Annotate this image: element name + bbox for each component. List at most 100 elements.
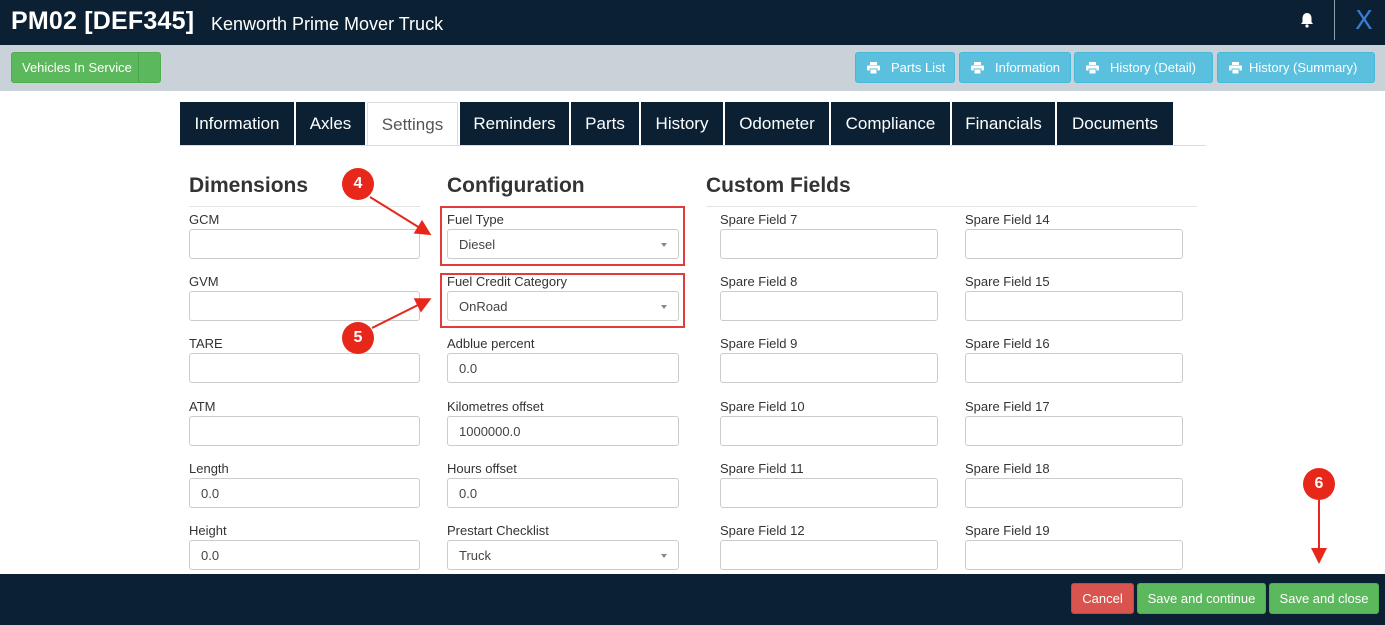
atm-label: ATM xyxy=(189,399,216,414)
spare-field-19-label: Spare Field 19 xyxy=(965,523,1050,538)
tab-label: Axles xyxy=(309,114,352,133)
tab-history[interactable]: History xyxy=(641,102,723,145)
spare-field-14-label: Spare Field 14 xyxy=(965,212,1050,227)
configuration-heading: Configuration xyxy=(447,174,585,197)
vehicle-code: PM02 [DEF345] xyxy=(11,7,195,35)
tab-label: Odometer xyxy=(739,114,815,133)
atm-field[interactable] xyxy=(189,416,420,446)
height-field[interactable]: 0.0 xyxy=(189,540,420,570)
tab-underline xyxy=(180,145,1206,146)
spare-field-7-input[interactable] xyxy=(720,229,938,259)
footer-bar: Cancel Save and continue Save and close xyxy=(0,574,1385,625)
information-print-button[interactable]: Information xyxy=(959,52,1071,83)
history-summary-label: History (Summary) xyxy=(1249,60,1358,75)
hours-offset-field[interactable]: 0.0 xyxy=(447,478,679,508)
spare-field-9-label: Spare Field 9 xyxy=(720,336,798,351)
prestart-checklist-label: Prestart Checklist xyxy=(447,523,549,538)
vehicle-description: Kenworth Prime Mover Truck xyxy=(211,14,444,34)
history-detail-label: History (Detail) xyxy=(1110,60,1196,75)
spare-field-7-label: Spare Field 7 xyxy=(720,212,798,227)
tab-parts[interactable]: Parts xyxy=(571,102,639,145)
parts-list-label: Parts List xyxy=(891,60,946,75)
bell-icon[interactable] xyxy=(1298,11,1316,29)
tab-label: Reminders xyxy=(473,114,556,133)
tab-axles[interactable]: Axles xyxy=(296,102,365,145)
tab-label: Documents xyxy=(1072,114,1158,133)
history-summary-print-button[interactable]: History (Summary) xyxy=(1217,52,1375,83)
spare-field-17-label: Spare Field 17 xyxy=(965,399,1050,414)
tare-label: TARE xyxy=(189,336,223,351)
printer-icon xyxy=(1086,62,1099,74)
printer-icon xyxy=(971,62,984,74)
length-field[interactable]: 0.0 xyxy=(189,478,420,508)
vehicles-in-service-button[interactable]: Vehicles In Service xyxy=(11,52,161,83)
tab-financials[interactable]: Financials xyxy=(952,102,1055,145)
save-and-continue-button[interactable]: Save and continue xyxy=(1137,583,1266,614)
tab-odometer[interactable]: Odometer xyxy=(725,102,829,145)
spare-field-16-label: Spare Field 16 xyxy=(965,336,1050,351)
close-icon[interactable]: X xyxy=(1355,6,1373,36)
spare-field-18-input[interactable] xyxy=(965,478,1183,508)
spare-field-12-input[interactable] xyxy=(720,540,938,570)
dimensions-heading: Dimensions xyxy=(189,174,309,197)
information-print-label: Information xyxy=(995,60,1061,75)
annotation-badge-6: 6 xyxy=(1303,468,1335,500)
spare-field-10-input[interactable] xyxy=(720,416,938,446)
adblue-percent-label: Adblue percent xyxy=(447,336,535,351)
arrow-to-fuel-type xyxy=(369,196,432,236)
spare-field-15-label: Spare Field 15 xyxy=(965,274,1050,289)
spare-field-12-label: Spare Field 12 xyxy=(720,523,805,538)
title-bar: PM02 [DEF345] Kenworth Prime Mover Truck… xyxy=(0,0,1385,45)
spare-field-14-input[interactable] xyxy=(965,229,1183,259)
annotation-badge-4: 4 xyxy=(342,168,374,200)
save-and-close-label: Save and close xyxy=(1279,591,1369,606)
gvm-field[interactable] xyxy=(189,291,420,321)
spare-field-11-label: Spare Field 11 xyxy=(720,461,804,476)
prestart-checklist-value: Truck xyxy=(459,548,492,563)
tab-reminders[interactable]: Reminders xyxy=(460,102,569,145)
length-label: Length xyxy=(189,461,229,476)
tab-information[interactable]: Information xyxy=(180,102,294,145)
gcm-field[interactable] xyxy=(189,229,420,259)
spare-field-17-input[interactable] xyxy=(965,416,1183,446)
spare-field-9-input[interactable] xyxy=(720,353,938,383)
gcm-label: GCM xyxy=(189,212,220,227)
spare-field-19-input[interactable] xyxy=(965,540,1183,570)
spare-field-16-input[interactable] xyxy=(965,353,1183,383)
spare-field-15-input[interactable] xyxy=(965,291,1183,321)
highlight-box-fuel-credit xyxy=(440,273,685,328)
toolbar: Vehicles In Service Parts List Informati… xyxy=(0,45,1385,91)
spare-field-18-label: Spare Field 18 xyxy=(965,461,1050,476)
tab-label: History xyxy=(655,114,709,133)
spare-field-8-label: Spare Field 8 xyxy=(720,274,798,289)
caret-down-icon xyxy=(661,554,667,558)
tab-compliance[interactable]: Compliance xyxy=(831,102,950,145)
parts-list-print-button[interactable]: Parts List xyxy=(855,52,955,83)
tab-label: Settings xyxy=(381,115,444,134)
tare-field[interactable] xyxy=(189,353,420,383)
cancel-label: Cancel xyxy=(1082,591,1123,606)
tab-label: Information xyxy=(194,114,280,133)
tab-label: Parts xyxy=(585,114,625,133)
vehicles-in-service-label: Vehicles In Service xyxy=(22,60,132,75)
adblue-percent-field[interactable]: 0.0 xyxy=(447,353,679,383)
printer-icon xyxy=(1229,62,1242,74)
kilometres-offset-label: Kilometres offset xyxy=(447,399,544,414)
tab-settings[interactable]: Settings xyxy=(367,102,458,146)
save-and-close-button[interactable]: Save and close xyxy=(1269,583,1379,614)
button-split-divider xyxy=(138,53,139,82)
history-detail-print-button[interactable]: History (Detail) xyxy=(1074,52,1213,83)
cancel-button[interactable]: Cancel xyxy=(1071,583,1134,614)
save-and-continue-label: Save and continue xyxy=(1147,591,1256,606)
gvm-label: GVM xyxy=(189,274,219,289)
highlight-box-fuel-type xyxy=(440,206,685,266)
prestart-checklist-select[interactable]: Truck xyxy=(447,540,679,570)
hours-offset-label: Hours offset xyxy=(447,461,517,476)
spare-field-8-input[interactable] xyxy=(720,291,938,321)
spare-field-11-input[interactable] xyxy=(720,478,938,508)
section-rule xyxy=(706,206,1197,207)
tab-documents[interactable]: Documents xyxy=(1057,102,1173,145)
printer-icon xyxy=(867,62,880,74)
kilometres-offset-field[interactable]: 1000000.0 xyxy=(447,416,679,446)
annotation-badge-5: 5 xyxy=(342,322,374,354)
